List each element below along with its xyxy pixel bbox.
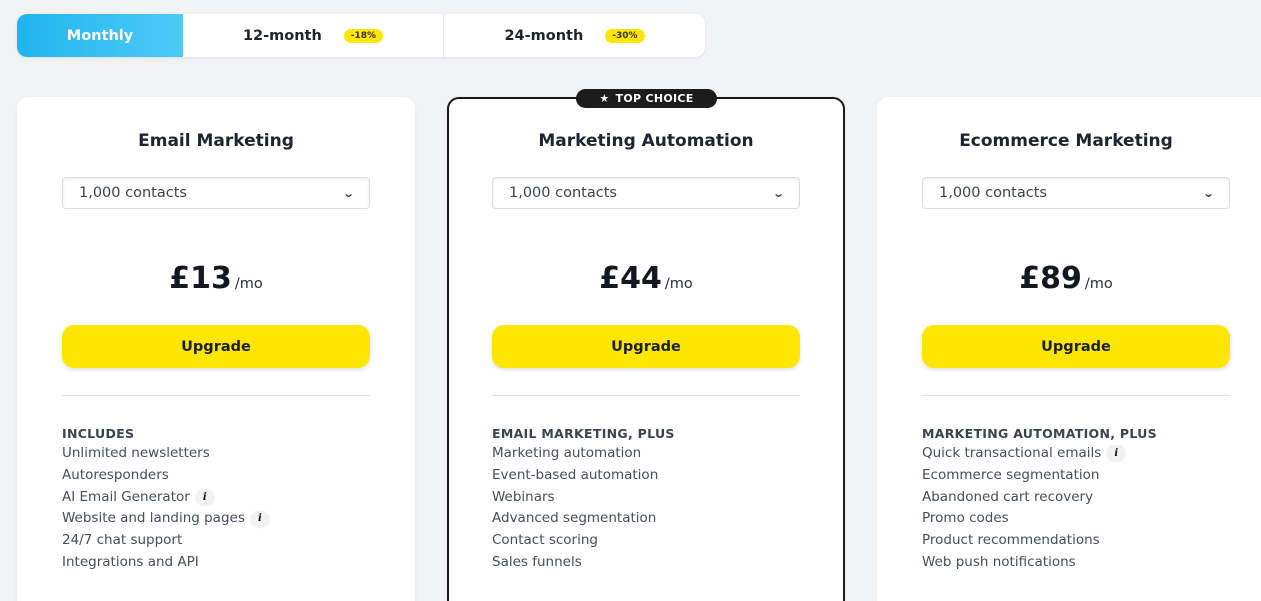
feature-list: Quick transactional emails i Ecommerce se… (922, 443, 1126, 574)
plan-card-marketing-automation: ★ TOP CHOICE Marketing Automation 1,000 … (447, 89, 845, 601)
feature-label: Event-based automation (492, 466, 659, 483)
feature-item: Unlimited newsletters (62, 443, 269, 465)
feature-list: Marketing automation Event-based automat… (492, 443, 658, 574)
upgrade-button[interactable]: Upgrade (492, 325, 800, 368)
plan-name: Ecommerce Marketing (959, 131, 1173, 151)
price: £13 (169, 261, 232, 296)
feature-label: Advanced segmentation (492, 510, 657, 527)
tab-label: 12-month (242, 27, 322, 44)
price-period: /mo (664, 276, 693, 292)
price-row: £44 /mo (449, 261, 843, 296)
chevron-down-icon: ⌄ (1201, 186, 1215, 200)
contacts-select[interactable]: 1,000 contacts ⌄ (492, 177, 800, 209)
feature-label: Web push notifications (922, 553, 1076, 570)
price: £89 (1019, 261, 1082, 296)
feature-label: Webinars (492, 488, 555, 505)
feature-label: Marketing automation (492, 445, 642, 461)
feature-item: 24/7 chat support (62, 530, 269, 552)
feature-item: AI Email Generator i (62, 487, 269, 509)
contacts-select[interactable]: 1,000 contacts ⌄ (922, 177, 1230, 209)
feature-list: Unlimited newsletters Autoresponders AI … (62, 443, 269, 574)
tab-label: 24-month (504, 27, 584, 44)
price-period: /mo (1084, 276, 1113, 292)
upgrade-button[interactable]: Upgrade (922, 325, 1230, 368)
divider (492, 395, 800, 396)
feature-item: Event-based automation (492, 465, 658, 487)
feature-item: Ecommerce segmentation (922, 465, 1125, 487)
tab-24-month[interactable]: 24-month -30% (444, 14, 705, 57)
price-period: /mo (234, 276, 263, 292)
feature-item: Web push notifications (922, 552, 1125, 574)
tab-monthly[interactable]: Monthly (17, 14, 183, 57)
contacts-value: 1,000 contacts (939, 185, 1047, 201)
plan-card-ecommerce-marketing: Ecommerce Marketing 1,000 contacts ⌄ £89… (877, 97, 1261, 601)
divider (62, 395, 370, 396)
features-header: EMAIL MARKETING, PLUS (492, 426, 675, 441)
tab-12-month[interactable]: 12-month -18% (183, 14, 444, 57)
info-icon[interactable]: i (250, 511, 269, 527)
feature-item: Autoresponders (62, 465, 269, 487)
feature-label: Autoresponders (62, 466, 169, 483)
feature-item: Marketing automation (492, 443, 658, 465)
billing-period-tabs: Monthly 12-month -18% 24-month -30% (17, 14, 705, 57)
features-header: MARKETING AUTOMATION, PLUS (922, 426, 1157, 441)
feature-label: 24/7 chat support (62, 532, 183, 549)
info-icon[interactable]: i (195, 489, 214, 505)
feature-item: Promo codes (922, 508, 1125, 530)
badge-label: TOP CHOICE (615, 92, 694, 105)
plan-card-email-marketing: Email Marketing 1,000 contacts ⌄ £13 /mo… (17, 97, 415, 601)
upgrade-button[interactable]: Upgrade (62, 325, 370, 368)
feature-label: Integrations and API (62, 553, 199, 570)
price: £44 (599, 261, 662, 296)
feature-label: Unlimited newsletters (62, 445, 210, 461)
contacts-value: 1,000 contacts (79, 185, 187, 201)
feature-label: Promo codes (922, 510, 1009, 527)
chevron-down-icon: ⌄ (771, 186, 785, 200)
feature-label: Ecommerce segmentation (922, 466, 1100, 483)
feature-item: Webinars (492, 487, 658, 509)
feature-item: Website and landing pages i (62, 508, 269, 530)
divider (922, 395, 1230, 396)
feature-item: Advanced segmentation (492, 508, 658, 530)
info-icon[interactable]: i (1107, 446, 1126, 462)
star-icon: ★ (599, 92, 610, 105)
contacts-value: 1,000 contacts (509, 185, 617, 201)
discount-badge: -30% (605, 28, 645, 43)
plan-name: Marketing Automation (538, 131, 754, 151)
tab-label: Monthly (66, 27, 134, 44)
features-header: INCLUDES (62, 426, 135, 441)
contacts-select[interactable]: 1,000 contacts ⌄ (62, 177, 370, 209)
plan-name: Email Marketing (138, 131, 294, 151)
top-choice-badge: ★ TOP CHOICE (576, 89, 717, 108)
feature-label: Abandoned cart recovery (922, 488, 1094, 505)
feature-label: Sales funnels (492, 553, 582, 570)
discount-badge: -18% (343, 28, 384, 43)
feature-item: Integrations and API (62, 552, 269, 574)
feature-item: Quick transactional emails i (922, 443, 1126, 465)
feature-item: Sales funnels (492, 552, 658, 574)
feature-item: Contact scoring (492, 530, 658, 552)
feature-item: Abandoned cart recovery (922, 487, 1125, 509)
price-row: £13 /mo (17, 261, 415, 296)
feature-label: Contact scoring (492, 532, 598, 549)
price-row: £89 /mo (877, 261, 1255, 296)
feature-label: Website and landing pages (62, 510, 245, 527)
feature-label: Product recommendations (922, 532, 1100, 549)
feature-label: AI Email Generator (62, 488, 190, 505)
feature-label: Quick transactional emails (922, 445, 1102, 461)
chevron-down-icon: ⌄ (341, 186, 355, 200)
feature-item: Product recommendations (922, 530, 1125, 552)
